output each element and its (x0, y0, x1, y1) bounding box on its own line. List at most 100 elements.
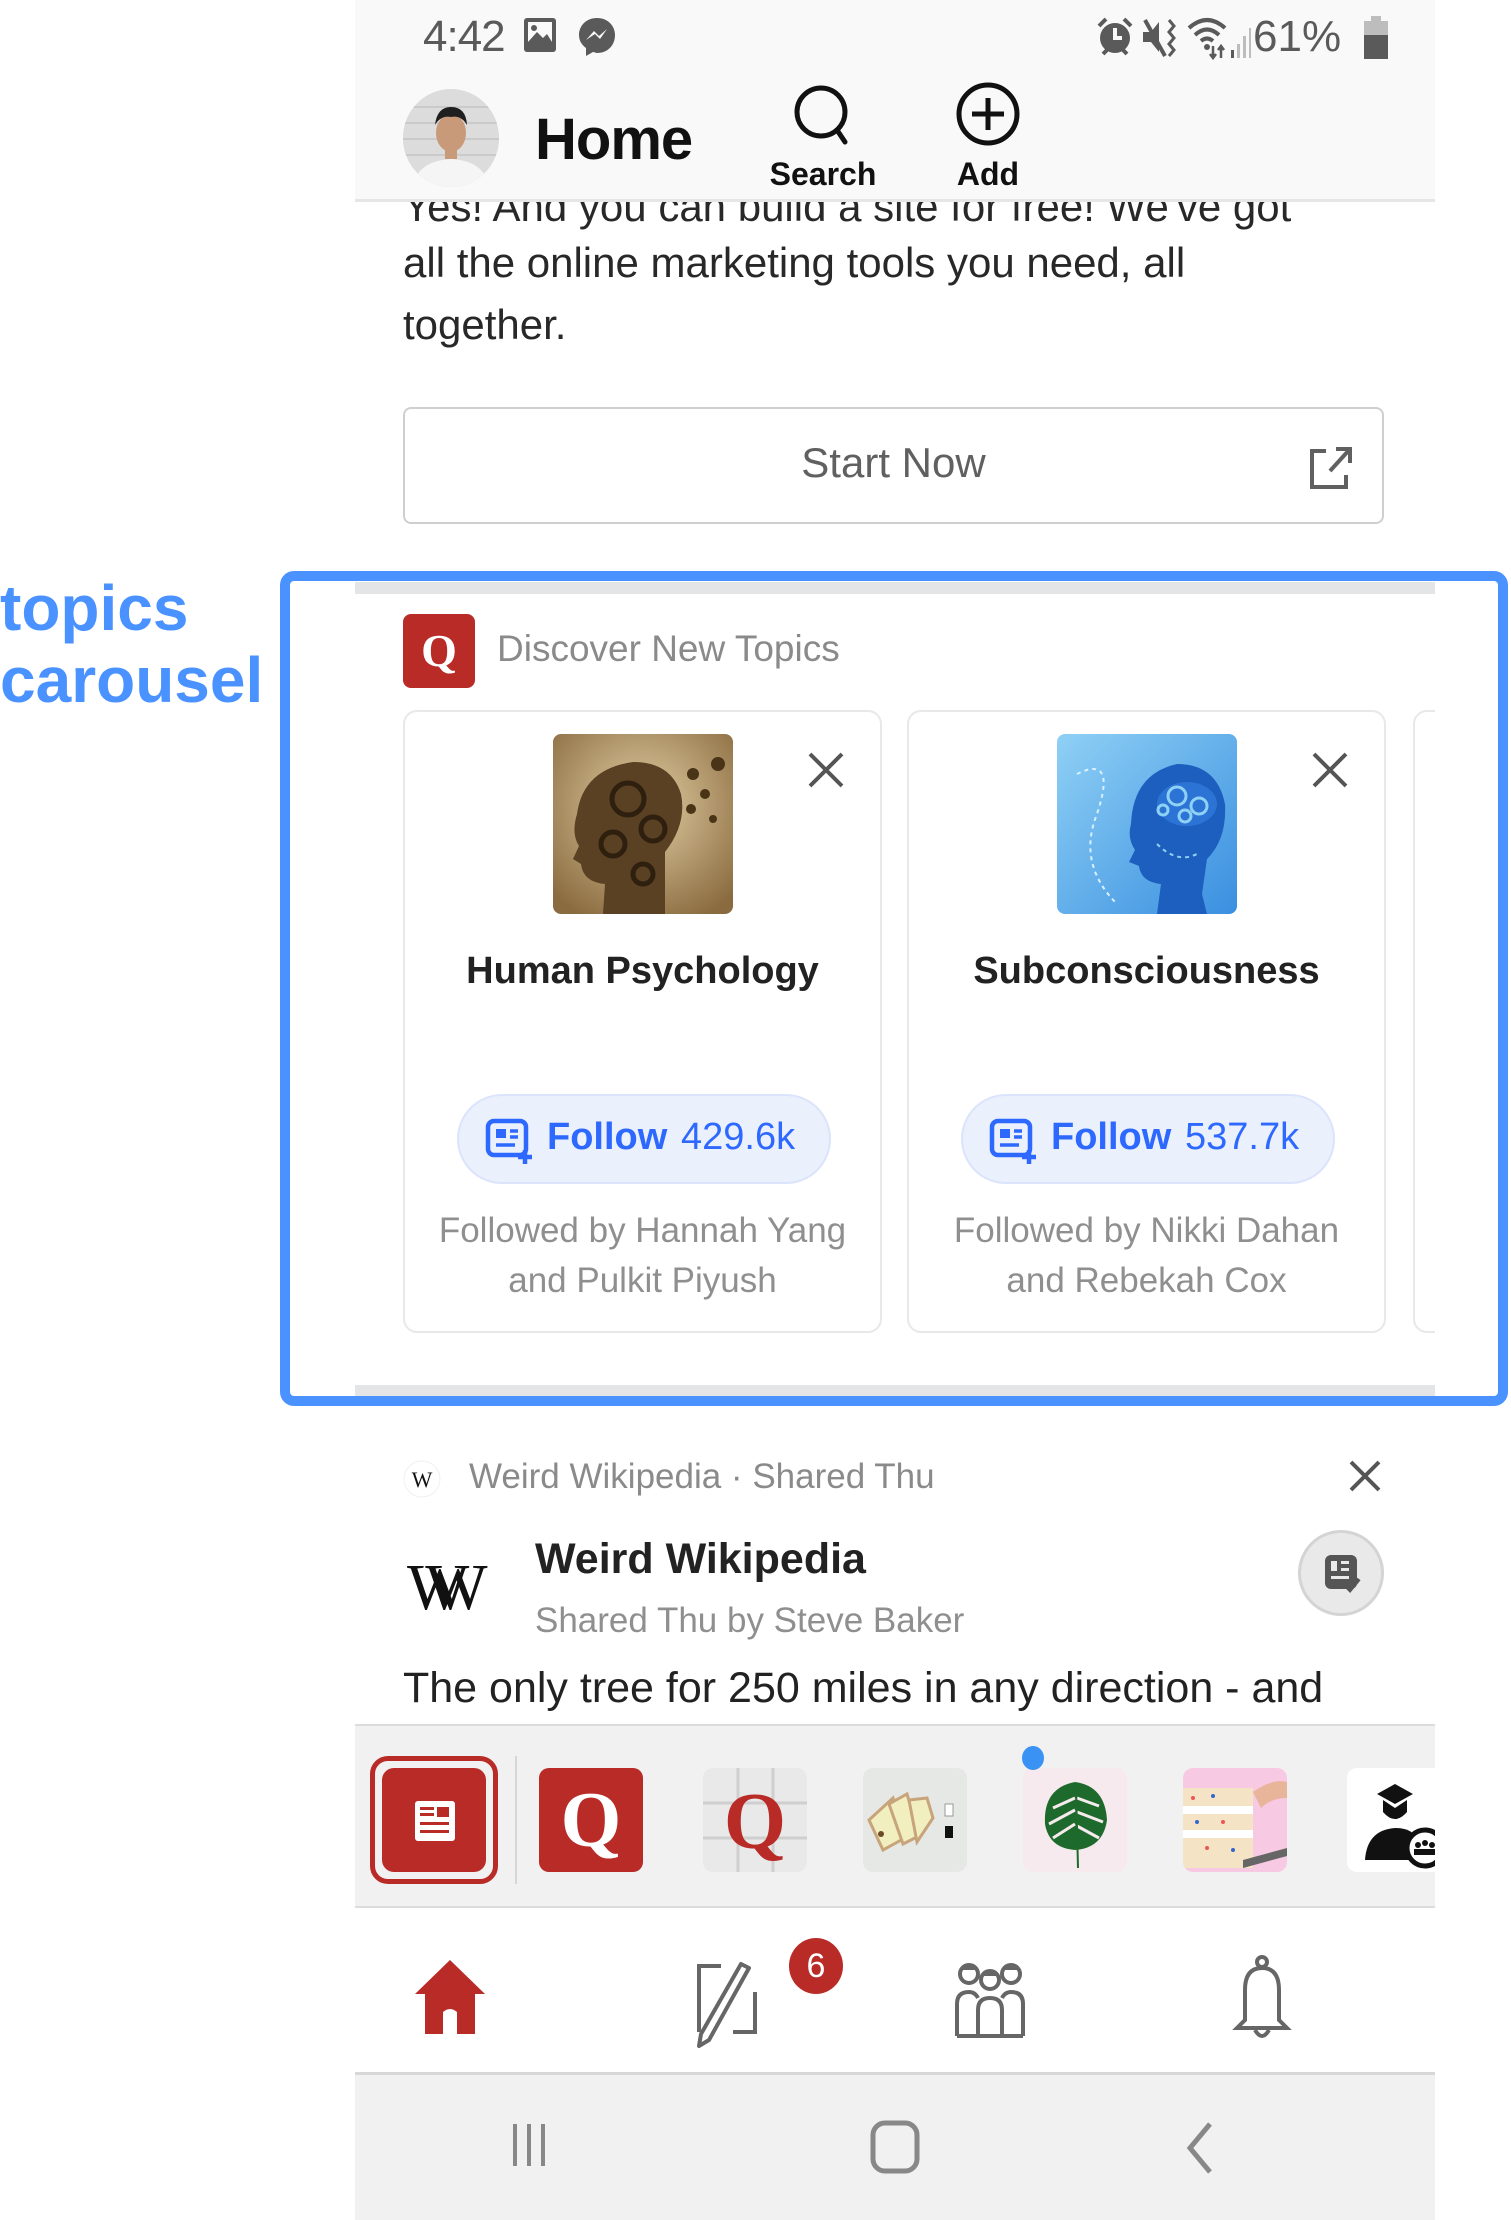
page-title: Home (535, 107, 693, 172)
gallery-icon (524, 18, 556, 52)
start-now-label: Start Now (801, 439, 986, 486)
following-feed-tab[interactable] (370, 1756, 498, 1884)
home-icon (415, 1960, 485, 2034)
followed-by-line2: and Rebekah Cox (1006, 1261, 1287, 1300)
discover-topics-title: Discover New Topics (497, 628, 840, 669)
follower-count: 429.6k (681, 1116, 796, 1158)
external-link-icon (1310, 447, 1352, 489)
home-system-icon[interactable] (865, 2117, 925, 2177)
recent-apps-icon[interactable] (505, 2120, 555, 2170)
pencil-edit-icon (697, 1962, 757, 2048)
add-button[interactable]: Add (928, 78, 1048, 196)
start-now-button[interactable]: Start Now (403, 407, 1384, 524)
vibrate-icon (1143, 19, 1176, 57)
annotation-label-line2: carousel (0, 644, 264, 716)
messenger-icon (579, 18, 615, 56)
followed-space-icon (1325, 1555, 1361, 1593)
follow-label: Follow (547, 1116, 668, 1158)
followed-by-text: Followed by Hannah Yang and Pulkit Piyus… (405, 1206, 880, 1306)
follow-label: Follow (1051, 1116, 1172, 1158)
svg-text:Q: Q (561, 1776, 622, 1863)
section-separator (355, 1385, 1435, 1397)
ad-text-line2: all the online marketing tools you need,… (403, 239, 1186, 286)
post-subtitle: Shared Thu by Steve Baker (535, 1601, 965, 1640)
wifi-icon (1187, 18, 1251, 60)
follow-topic-icon (485, 1118, 532, 1164)
strip-divider (515, 1756, 517, 1884)
quora-logo-badge: Q (403, 614, 475, 688)
battery-icon (1364, 16, 1388, 59)
battery-percent: 61% (1253, 12, 1342, 61)
nav-notifications[interactable] (1217, 1948, 1307, 2048)
add-label: Add (956, 156, 1020, 192)
tags-image (867, 1791, 954, 1853)
profile-avatar[interactable] (403, 89, 499, 187)
gears-head-image (553, 734, 733, 914)
back-icon[interactable] (1180, 2120, 1220, 2176)
alarm-icon (1097, 17, 1133, 56)
people-group-icon (955, 1963, 1025, 2038)
quora-q-icon: Q (561, 1776, 622, 1863)
followed-by-line2: and Pulkit Piyush (508, 1261, 777, 1300)
feed-icon (415, 1801, 455, 1841)
add-circle-icon (956, 82, 1020, 146)
space-item-cake[interactable] (1183, 1768, 1287, 1872)
followed-by-text: Followed by Nikki Dahan and Rebekah Cox (909, 1206, 1384, 1306)
education-community-icon (1365, 1784, 1435, 1869)
space-logo-large[interactable]: WW (407, 1550, 488, 1626)
topic-image (553, 734, 733, 914)
avatar-photo (403, 89, 499, 187)
section-separator (355, 582, 1435, 594)
space-item-quora-tiles[interactable]: Q (703, 1768, 807, 1872)
follower-count: 537.7k (1185, 1116, 1300, 1158)
nav-answer[interactable] (677, 1948, 767, 2048)
dismiss-topic-icon[interactable] (1308, 748, 1352, 792)
phone-screen: 4:42 61% Home Search Add Yes! And you ca… (355, 0, 1435, 2220)
follow-topic-button[interactable]: Follow 537.7k (961, 1094, 1335, 1184)
space-item-tags[interactable] (863, 1768, 967, 1872)
space-item-plant[interactable] (1023, 1768, 1127, 1872)
topic-name: Human Psychology (466, 950, 819, 992)
status-bar: 4:42 61% (355, 0, 1435, 76)
search-icon (794, 85, 848, 145)
nav-home[interactable] (405, 1948, 495, 2048)
bell-icon (1232, 1955, 1292, 2038)
answer-badge: 6 (789, 1938, 843, 1994)
svg-text:Q: Q (724, 1778, 786, 1866)
system-navigation-bar (355, 2075, 1435, 2220)
nav-spaces[interactable] (945, 1948, 1035, 2048)
annotation-label-line1: topics (0, 572, 189, 644)
status-time: 4:42 (423, 12, 506, 61)
blue-brain-head-image (1057, 734, 1237, 914)
unread-dot (1022, 1746, 1044, 1770)
space-item-quora[interactable]: Q (539, 1768, 643, 1872)
search-label: Search (769, 156, 877, 192)
topic-card[interactable]: Subconsciousness Follow 537.7k Followed … (907, 710, 1386, 1333)
followed-by-line1: Followed by Nikki Dahan (953, 1211, 1340, 1250)
topic-image (1057, 734, 1237, 914)
dismiss-topic-icon[interactable] (804, 748, 848, 792)
dismiss-post-icon[interactable] (1345, 1456, 1385, 1496)
follow-topic-button[interactable]: Follow 429.6k (457, 1094, 831, 1184)
topic-name: Subconsciousness (973, 950, 1320, 992)
annotation-label: topics carousel (0, 572, 263, 716)
space-logo-small: W (403, 1460, 441, 1498)
svg-text:W: W (412, 1467, 433, 1492)
space-item-education[interactable] (1347, 1768, 1435, 1872)
monstera-leaf-image (1044, 1782, 1107, 1869)
post-meta[interactable]: Weird Wikipedia · Shared Thu (469, 1457, 935, 1497)
post-body[interactable]: The only tree for 250 miles in any direc… (403, 1664, 1323, 1713)
bottom-navigation: 6 (355, 1908, 1435, 2075)
search-button[interactable]: Search (763, 78, 883, 196)
app-header: Home Search Add (355, 76, 1435, 202)
spaces-strip: Q Q (355, 1724, 1435, 1908)
topic-card[interactable]: Human Psychology Follow 429.6k Followed … (403, 710, 882, 1333)
space-name[interactable]: Weird Wikipedia (535, 1535, 866, 1584)
follow-space-button[interactable] (1298, 1530, 1384, 1616)
cake-image (1183, 1781, 1287, 1868)
ad-text-line3: together. (403, 301, 567, 348)
followed-by-line1: Followed by Hannah Yang (438, 1211, 847, 1250)
follow-topic-icon (989, 1118, 1036, 1164)
quora-tiles-image: Q (703, 1768, 807, 1872)
topic-card-partial[interactable] (1413, 710, 1435, 1333)
